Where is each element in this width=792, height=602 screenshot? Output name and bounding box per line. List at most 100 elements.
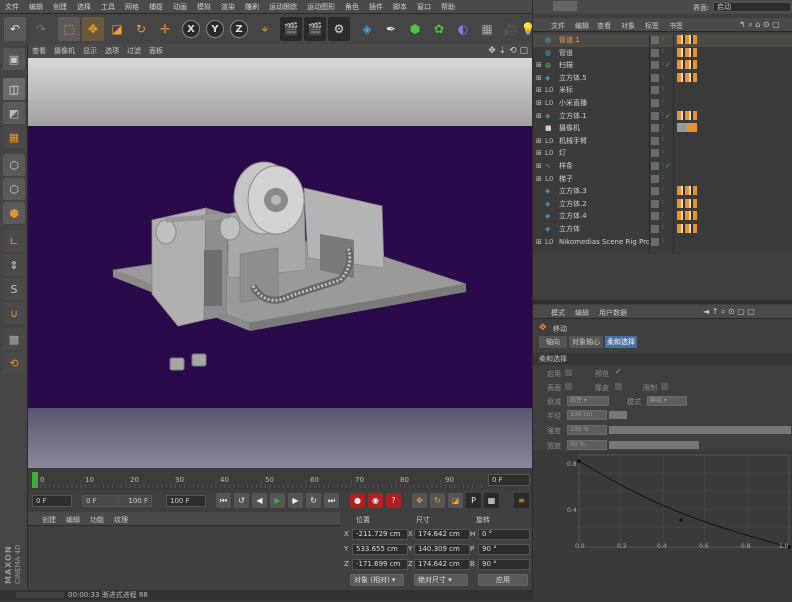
menu-motion-tracking[interactable]: 运动跟踪: [264, 0, 302, 14]
edges-mode-icon[interactable]: ⬡: [3, 178, 25, 200]
coord-pos-z[interactable]: -171.699 cm: [352, 559, 408, 570]
editor-render-dots[interactable]: ⁝: [662, 96, 664, 108]
editor-render-dots[interactable]: ⁝: [662, 83, 664, 95]
editor-render-dots[interactable]: ⁝: [662, 197, 664, 209]
timeline-ruler[interactable]: 0102030405060708090100 0 F: [28, 470, 532, 490]
timeline-window-icon[interactable]: ≡: [514, 493, 529, 508]
am-menu-mode[interactable]: 模式: [551, 308, 565, 318]
live-selection-icon[interactable]: ⬚: [58, 17, 80, 41]
expand-toggle-icon[interactable]: ⊞: [536, 173, 542, 185]
radius-field[interactable]: 100 cm: [567, 410, 607, 420]
material-menu-create[interactable]: 创建: [42, 515, 56, 525]
viewport-menu-filter[interactable]: 过滤: [123, 44, 145, 58]
menu-window[interactable]: 窗口: [412, 0, 436, 14]
mode-select[interactable]: 群组 ▾: [647, 396, 687, 406]
panel-splitter[interactable]: [533, 300, 792, 304]
expand-toggle-icon[interactable]: ⊞: [536, 160, 542, 172]
material-tag-icon[interactable]: [677, 35, 697, 44]
key-pla-icon[interactable]: ▦: [484, 493, 499, 508]
visibility-toggle[interactable]: [651, 61, 659, 70]
editor-render-dots[interactable]: ⁝: [662, 222, 664, 234]
material-menu-function[interactable]: 功能: [90, 515, 104, 525]
visibility-toggle[interactable]: [651, 199, 659, 208]
texture-mode-icon[interactable]: ◩: [3, 102, 25, 124]
coord-rot-p[interactable]: 90 °: [478, 544, 530, 555]
z-axis-icon[interactable]: Z: [230, 20, 248, 38]
coord-size-y[interactable]: 140.309 cm: [414, 544, 470, 555]
timeline-end-field[interactable]: 0 F: [488, 474, 530, 486]
visibility-toggle[interactable]: [651, 136, 659, 145]
menu-mograph[interactable]: 运动图形: [302, 0, 340, 14]
go-to-start-icon[interactable]: ⏮: [216, 493, 231, 508]
cube-object-icon[interactable]: ◈: [356, 17, 378, 41]
max-frame-field[interactable]: 100 F: [118, 495, 152, 507]
enabled-check-icon[interactable]: ✓: [665, 160, 671, 172]
prev-key-icon[interactable]: ↺: [234, 493, 249, 508]
menu-sculpt[interactable]: 雕刷: [240, 0, 264, 14]
menu-character[interactable]: 角色: [340, 0, 364, 14]
end-frame-field[interactable]: 100 F: [166, 495, 206, 507]
auto-key-icon[interactable]: ◉: [368, 493, 383, 508]
editor-render-dots[interactable]: ⁝: [662, 235, 664, 247]
scale-tool-icon[interactable]: ◪: [106, 17, 128, 41]
coordinate-system-icon[interactable]: ⌖: [254, 17, 276, 41]
material-tag-icon[interactable]: [677, 211, 697, 221]
visibility-toggle[interactable]: [651, 124, 659, 133]
expand-toggle-icon[interactable]: ⊞: [536, 110, 542, 122]
key-rotation-icon[interactable]: ↻: [430, 493, 445, 508]
visibility-toggle[interactable]: [651, 48, 659, 57]
render-view-icon[interactable]: 🎬: [280, 17, 302, 41]
undo-icon[interactable]: ↶: [4, 17, 26, 41]
move-tool-icon[interactable]: ✥: [82, 17, 104, 41]
radius-slider[interactable]: [609, 411, 627, 419]
enable-checkbox[interactable]: [565, 369, 572, 376]
om-menu-tags[interactable]: 标签: [645, 21, 659, 31]
menu-tools[interactable]: 工具: [96, 0, 120, 14]
editor-render-dots[interactable]: ⁝: [662, 172, 664, 184]
coord-rot-b[interactable]: 90 °: [478, 559, 530, 570]
axis-mode-icon[interactable]: ∟: [3, 230, 25, 252]
layout-icon[interactable]: [553, 1, 577, 11]
menu-snap[interactable]: 捕捉: [144, 0, 168, 14]
om-menu-view[interactable]: 查看: [597, 21, 611, 31]
menu-edit[interactable]: 编辑: [24, 0, 48, 14]
menu-script[interactable]: 脚本: [388, 0, 412, 14]
menu-create[interactable]: 创建: [48, 0, 72, 14]
om-nav-icons[interactable]: ↰ ⌕ ⌂ ⊙ ▢: [739, 20, 780, 30]
menu-help[interactable]: 帮助: [436, 0, 460, 14]
workplane-icon[interactable]: ▦: [3, 126, 25, 148]
editor-render-dots[interactable]: ⁝: [662, 146, 664, 158]
key-position-icon[interactable]: ✥: [412, 493, 427, 508]
editor-render-dots[interactable]: ⁝: [662, 71, 664, 83]
editor-render-dots[interactable]: ⁝: [662, 109, 664, 121]
visibility-toggle[interactable]: [651, 99, 659, 107]
coord-pos-x[interactable]: -211.729 cm: [352, 529, 408, 540]
light-icon[interactable]: 💡: [521, 17, 536, 41]
prev-frame-icon[interactable]: ◀: [252, 493, 267, 508]
coord-size-select[interactable]: 绝对尺寸 ▾: [414, 574, 468, 586]
strength-field[interactable]: 100 %: [567, 425, 607, 435]
material-tag-icon[interactable]: [677, 198, 697, 208]
enabled-check-icon[interactable]: ✓: [665, 59, 671, 71]
recent-tool-icon[interactable]: ✛: [154, 17, 176, 41]
material-menu-edit[interactable]: 编辑: [66, 515, 80, 525]
start-frame-field[interactable]: 0 F: [32, 495, 72, 507]
visibility-toggle[interactable]: [651, 149, 659, 158]
viewport-menu-camera[interactable]: 摄像机: [50, 44, 79, 58]
go-to-end-icon[interactable]: ⏭: [324, 493, 339, 508]
om-menu-edit[interactable]: 编辑: [575, 21, 589, 31]
coord-rot-h[interactable]: 0 °: [478, 529, 530, 540]
menu-animate[interactable]: 动画: [168, 0, 192, 14]
viewport-menu-view[interactable]: 查看: [28, 44, 50, 58]
menu-mesh[interactable]: 网格: [120, 0, 144, 14]
width-field[interactable]: 50 %: [567, 440, 607, 450]
editor-render-dots[interactable]: ⁝: [662, 134, 664, 146]
menu-simulate[interactable]: 模拟: [192, 0, 216, 14]
magnet-icon[interactable]: ∪: [3, 302, 25, 324]
material-tag-icon[interactable]: [677, 186, 697, 196]
record-key-icon[interactable]: ●: [350, 493, 365, 508]
material-tag-icon[interactable]: [677, 72, 697, 82]
play-icon[interactable]: ▶: [270, 493, 285, 508]
coord-pos-y[interactable]: 533.655 cm: [352, 544, 408, 555]
cloner-icon[interactable]: ✿: [428, 17, 450, 41]
